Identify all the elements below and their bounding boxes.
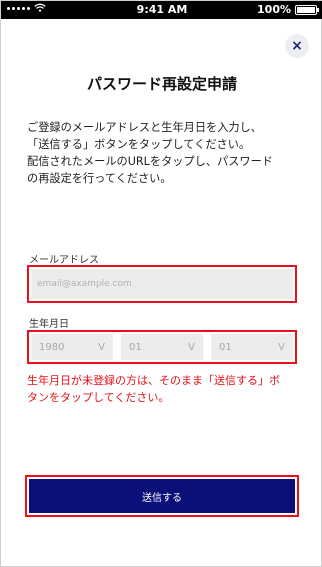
instructions-text: ご登録のメールアドレスと生年月日を入力し、 「送信する」ボタンをタップしてくださ… (27, 119, 307, 187)
email-field[interactable] (31, 269, 293, 299)
close-icon: × (291, 38, 303, 54)
birth-day-select[interactable]: 01 V (211, 334, 293, 360)
battery-percent: 100% (257, 3, 291, 16)
instructions-line: ご登録のメールアドレスと生年月日を入力し、 (27, 121, 262, 134)
birth-day-value: 01 (219, 341, 232, 353)
warning-line: タンをタップしてください。 (27, 391, 170, 404)
instructions-line: の再設定を行ってください。 (27, 172, 172, 185)
birth-month-value: 01 (129, 341, 142, 353)
email-field-highlight (27, 265, 297, 303)
close-button[interactable]: × (285, 34, 309, 58)
submit-button[interactable]: 送信する (29, 479, 295, 513)
status-bar: 9:41 AM 100% (1, 1, 322, 19)
chevron-down-icon: V (188, 341, 195, 353)
phone-screen: 9:41 AM 100% × パスワード再設定申請 ご登録のメールアドレスと生年… (0, 0, 322, 567)
birth-year-value: 1980 (39, 341, 65, 353)
birthdate-field-highlight: 1980 V 01 V 01 V (27, 330, 297, 364)
submit-button-highlight: 送信する (25, 475, 299, 517)
chevron-down-icon: V (278, 341, 285, 353)
instructions-line: 「送信する」ボタンをタップしてください。 (27, 138, 251, 151)
birthdate-label: 生年月日 (29, 319, 69, 330)
instructions-line: 配信されたメールのURLをタップし、パスワード (27, 155, 273, 168)
birthdate-warning: 生年月日が未登録の方は、そのまま「送信する」ボ タンをタップしてください。 (27, 372, 307, 406)
page-title: パスワード再設定申請 (86, 75, 237, 93)
battery-group: 100% (257, 3, 319, 16)
birth-month-select[interactable]: 01 V (121, 334, 203, 360)
email-label: メールアドレス (29, 255, 99, 266)
birth-year-select[interactable]: 1980 V (31, 334, 113, 360)
warning-line: 生年月日が未登録の方は、そのまま「送信する」ボ (27, 374, 280, 387)
battery-icon (295, 4, 319, 15)
battery-fill (297, 6, 315, 13)
chevron-down-icon: V (98, 341, 105, 353)
